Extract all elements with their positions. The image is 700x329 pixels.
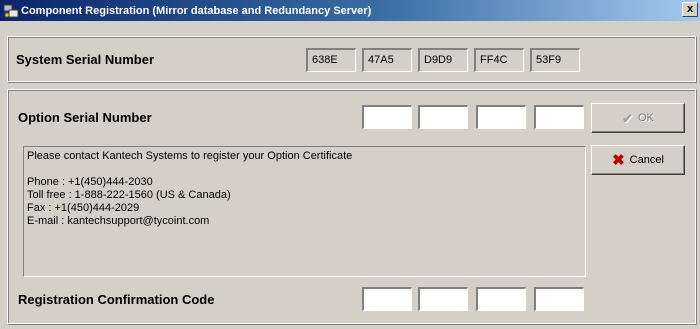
contact-fax: Fax : +1(450)444-2029 (27, 202, 140, 214)
window-title: Component Registration (Mirror database … (21, 4, 372, 17)
system-serial-label: System Serial Number (16, 52, 155, 67)
contact-tollfree: Toll free : 1-888-222-1560 (US & Canada) (27, 189, 231, 201)
contact-phone: Phone : +1(450)444-2030 (27, 176, 153, 188)
confirmation-code-input-4[interactable] (534, 287, 584, 311)
confirmation-code-input-2[interactable] (418, 287, 468, 311)
system-serial-panel: System Serial Number 638E 47A5 D9D9 FF4C… (7, 36, 697, 83)
ok-button[interactable]: ✔ OK (591, 103, 685, 133)
confirmation-code-label: Registration Confirmation Code (18, 292, 215, 307)
confirmation-code-input-1[interactable] (362, 287, 412, 311)
checkmark-icon: ✔ (622, 110, 633, 126)
contact-email: E-mail : kantechsupport@tycoint.com (27, 215, 210, 227)
component-registration-icon (3, 3, 19, 19)
system-serial-part-1: 638E (306, 48, 356, 72)
system-serial-part-2: 47A5 (362, 48, 412, 72)
ok-button-label: OK (638, 112, 654, 124)
system-serial-part-3: D9D9 (418, 48, 468, 72)
contact-instruction: Please contact Kantech Systems to regist… (27, 150, 353, 162)
cancel-button[interactable]: ✖ Cancel (591, 145, 685, 175)
option-serial-input-2[interactable] (418, 105, 468, 129)
contact-message-box: Please contact Kantech Systems to regist… (23, 146, 586, 277)
close-button[interactable]: x (682, 2, 698, 17)
option-serial-label: Option Serial Number (18, 110, 152, 125)
title-bar[interactable]: Component Registration (Mirror database … (0, 0, 700, 21)
confirmation-code-input-3[interactable] (476, 287, 526, 311)
system-serial-part-4: FF4C (474, 48, 524, 72)
option-serial-input-1[interactable] (362, 105, 412, 129)
option-serial-input-3[interactable] (476, 105, 526, 129)
system-serial-part-5: 53F9 (530, 48, 580, 72)
option-serial-input-4[interactable] (534, 105, 584, 129)
red-x-icon: ✖ (612, 151, 625, 169)
cancel-button-label: Cancel (629, 154, 664, 166)
